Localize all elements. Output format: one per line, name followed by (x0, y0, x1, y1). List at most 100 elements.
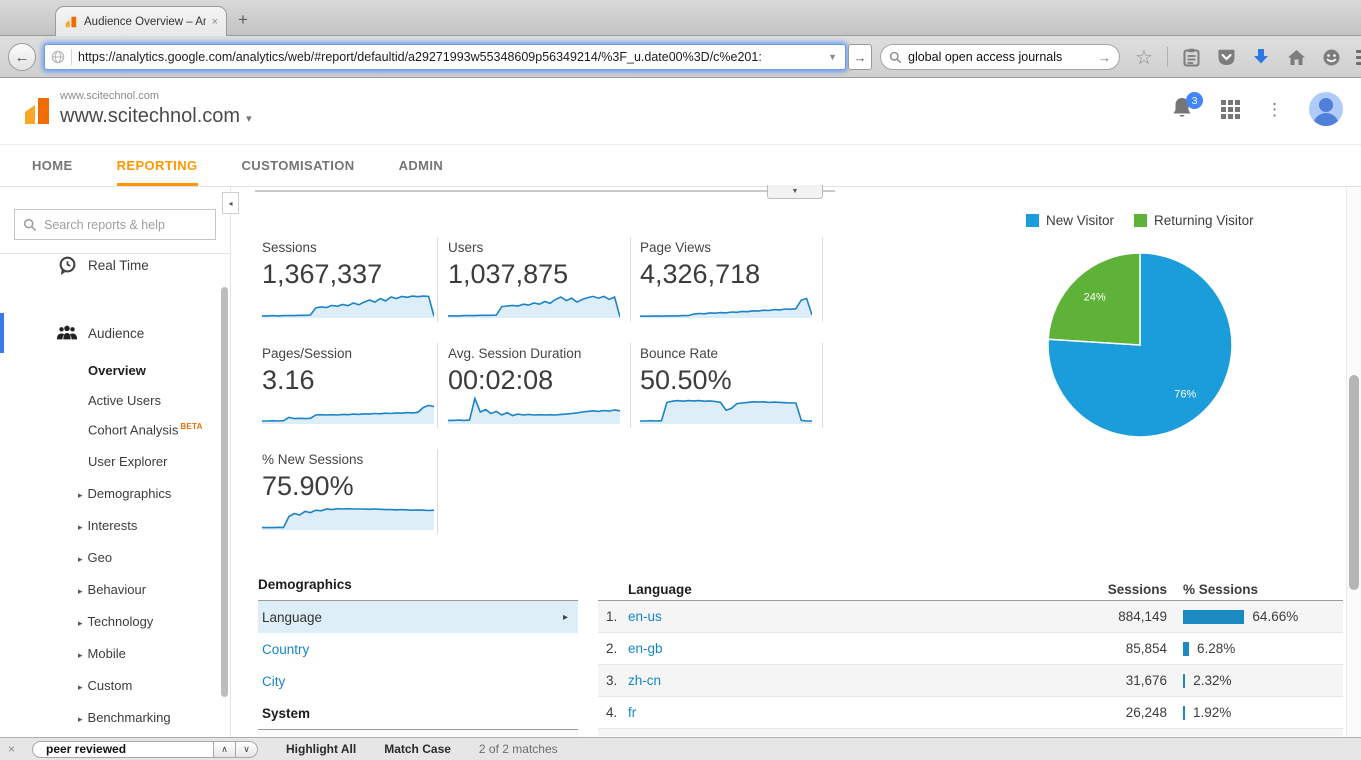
sidebar-item-cohort-analysis[interactable]: Cohort Analysis BETA (88, 422, 203, 437)
sidebar-item-behaviour[interactable]: ▸ Behaviour (78, 582, 146, 597)
chevron-right-icon: ▸ (78, 554, 83, 564)
match-count-status: 2 of 2 matches (478, 742, 558, 756)
sidebar-item-geo[interactable]: ▸ Geo (78, 550, 112, 565)
sidebar-item-label: Audience (88, 325, 145, 341)
sidebar-item-mobile[interactable]: ▸ Mobile (78, 646, 126, 661)
metric-users[interactable]: Users 1,037,875 (448, 240, 634, 318)
tab-home[interactable]: HOME (32, 145, 73, 186)
demographics-panel: Demographics Language ▸ Country City Sys… (258, 577, 578, 739)
language-link[interactable]: fr (628, 705, 636, 720)
users-sparkline (448, 288, 634, 318)
findbar: × ∧ ∨ Highlight All Match Case 2 of 2 ma… (0, 737, 1361, 760)
page-scrollbar[interactable] (1349, 375, 1359, 590)
legend-returning-visitor: Returning Visitor (1134, 213, 1254, 228)
sidebar-item-benchmarking[interactable]: ▸ Benchmarking (78, 710, 171, 725)
findbar-close-icon[interactable]: × (8, 742, 22, 756)
sidebar-item-technology[interactable]: ▸ Technology (78, 614, 153, 629)
sidebar-item-user-explorer[interactable]: User Explorer (88, 454, 167, 469)
table-row: 3. zh-cn 31,676 2.32% (598, 665, 1343, 697)
find-previous-button[interactable]: ∧ (214, 740, 236, 758)
sidebar-item-demographics[interactable]: ▸ Demographics (78, 486, 171, 501)
url-separator (71, 49, 72, 65)
sidebar-search-box[interactable] (14, 209, 216, 240)
download-icon[interactable] (1249, 43, 1273, 71)
sidebar-item-audience[interactable]: Audience (0, 313, 231, 353)
table-row: 2. en-gb 85,854 6.28% (598, 633, 1343, 665)
notifications-bell-icon[interactable]: 3 (1171, 92, 1203, 122)
svg-text:76%: 76% (1174, 388, 1196, 400)
ga-header: www.scitechnol.com www.scitechnol.com ▾ 3… (0, 78, 1361, 144)
sidebar-collapse-button[interactable]: ◂ (222, 192, 239, 214)
chat-smiley-icon[interactable] (1319, 43, 1343, 71)
notification-badge: 3 (1186, 92, 1203, 109)
url-input[interactable] (78, 50, 823, 64)
sidebar-item-interests[interactable]: ▸ Interests (78, 518, 137, 533)
property-selector[interactable]: www.scitechnol.com ▾ (60, 105, 252, 128)
sidebar-item-active-users[interactable]: Active Users (88, 393, 161, 408)
panel-collapse-tab[interactable]: ▼ (767, 185, 823, 199)
beta-badge: BETA (180, 422, 203, 431)
browser-search-input[interactable] (908, 50, 1092, 64)
chevron-right-icon: ▸ (78, 682, 83, 692)
sidebar-item-custom[interactable]: ▸ Custom (78, 678, 132, 693)
system-title: System (258, 697, 578, 730)
property-caret-icon: ▾ (246, 113, 252, 125)
sidebar-scrollbar[interactable] (221, 287, 228, 697)
metric-bounce-rate[interactable]: Bounce Rate 50.50% (640, 346, 826, 424)
metric-pages-session[interactable]: Pages/Session 3.16 (262, 346, 448, 424)
findbar-search-box[interactable] (32, 740, 214, 758)
demographics-row-city[interactable]: City (258, 665, 578, 697)
legend-swatch-blue (1026, 214, 1039, 227)
tab-admin[interactable]: ADMIN (399, 145, 444, 186)
menu-hamburger-icon[interactable] (1354, 43, 1361, 71)
language-link[interactable]: en-us (628, 609, 662, 624)
apps-grid-icon[interactable] (1221, 99, 1240, 119)
legend-new-visitor: New Visitor (1026, 213, 1114, 228)
search-icon (889, 51, 902, 63)
avatar[interactable] (1309, 92, 1343, 126)
back-button[interactable]: ← (8, 43, 36, 71)
tab-close-icon[interactable]: × (212, 16, 218, 28)
new-tab-button[interactable]: + (238, 10, 248, 30)
cutoff-row (598, 729, 1343, 736)
highlight-all-button[interactable]: Highlight All (286, 742, 356, 756)
sessions-sparkline (262, 288, 448, 318)
metric-avg-duration[interactable]: Avg. Session Duration 00:02:08 (448, 346, 634, 424)
url-bar[interactable]: ▼ (44, 44, 846, 70)
find-next-button[interactable]: ∨ (236, 740, 258, 758)
tab-title: Audience Overview – Anal... (84, 15, 206, 28)
demographics-row-language[interactable]: Language ▸ (258, 601, 578, 633)
tab-customisation[interactable]: CUSTOMISATION (242, 145, 355, 186)
metric-sessions[interactable]: Sessions 1,367,337 (262, 240, 448, 318)
ga-nav: HOME REPORTING CUSTOMISATION ADMIN (0, 144, 1361, 187)
tab-reporting[interactable]: REPORTING (116, 145, 198, 186)
metric-pageviews[interactable]: Page Views 4,326,718 (640, 240, 826, 318)
browser-search-box[interactable]: → (880, 44, 1120, 70)
language-table-header: Language Sessions % Sessions (598, 578, 1343, 601)
sidebar-item-overview[interactable]: Overview (88, 363, 146, 378)
pocket-icon[interactable] (1214, 43, 1238, 71)
sidebar-item-realtime[interactable]: Real Time (0, 247, 231, 283)
findbar-input[interactable] (46, 742, 206, 756)
search-icon (23, 218, 37, 231)
chevron-right-icon: ▸ (78, 650, 83, 660)
language-link[interactable]: en-gb (628, 641, 663, 656)
bookmark-star-icon[interactable]: ☆ (1132, 43, 1156, 71)
visitor-pie-chart[interactable]: 76% 24% (1045, 250, 1235, 440)
match-case-button[interactable]: Match Case (384, 742, 451, 756)
sidebar-search-input[interactable] (44, 217, 207, 232)
chevron-right-icon: ▸ (78, 618, 83, 628)
more-options-icon[interactable]: ⋮ (1266, 101, 1283, 118)
browser-tab[interactable]: Audience Overview – Anal... × (55, 6, 227, 36)
language-link[interactable]: zh-cn (628, 673, 661, 688)
metric-new-sessions[interactable]: % New Sessions 75.90% (262, 452, 448, 530)
home-icon[interactable] (1284, 43, 1308, 71)
chevron-right-icon: ▸ (78, 586, 83, 596)
url-dropdown-icon[interactable]: ▼ (828, 52, 839, 62)
globe-icon (51, 50, 65, 64)
bookmarks-list-icon[interactable] (1179, 43, 1203, 71)
search-go-icon[interactable]: → (1098, 50, 1111, 65)
demographics-row-country[interactable]: Country (258, 633, 578, 665)
go-button[interactable]: → (848, 44, 872, 70)
pages-session-sparkline (262, 394, 448, 424)
